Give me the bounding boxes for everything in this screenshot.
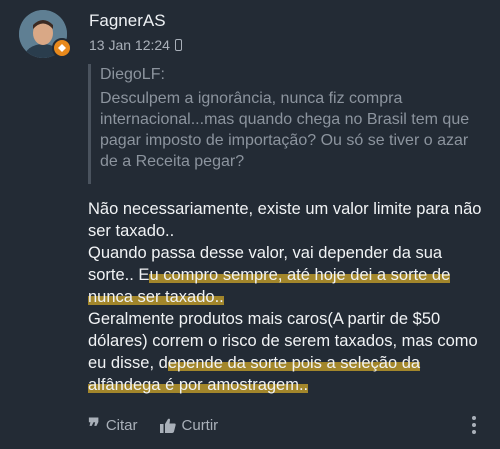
like-button[interactable]: Curtir <box>159 416 219 434</box>
post-body: Não necessariamente, existe um valor lim… <box>88 198 488 396</box>
post-timestamp: 13 Jan 12:24 <box>89 37 170 53</box>
rank-badge-icon <box>52 38 72 58</box>
quote-block: DiegoLF: Desculpem a ignorância, nunca f… <box>88 64 488 184</box>
quote-icon: ❞ <box>88 414 100 440</box>
forum-post: FagnerAS 13 Jan 12:24 DiegoLF: Desculpem… <box>0 0 500 449</box>
post-actions: ❞ Citar Curtir <box>88 412 488 438</box>
body-paragraph-2: Quando passa desse valor, vai depender d… <box>88 242 488 308</box>
quote-text: Desculpem a ignorância, nunca fiz compra… <box>100 90 470 170</box>
like-button-label: Curtir <box>181 416 219 434</box>
thumbs-up-icon <box>159 418 176 433</box>
body-paragraph-3: Geralmente produtos mais caros(A partir … <box>88 308 488 396</box>
quote-author: DiegoLF: <box>100 66 165 83</box>
body-paragraph-1: Não necessariamente, existe um valor lim… <box>88 200 482 240</box>
author-name[interactable]: FagnerAS <box>89 11 166 31</box>
post-meta: 13 Jan 12:24 <box>89 37 182 53</box>
quote-button[interactable]: ❞ Citar <box>88 412 138 438</box>
more-options-icon[interactable] <box>472 416 476 434</box>
mobile-device-icon <box>174 39 182 51</box>
quote-button-label: Citar <box>105 416 138 434</box>
